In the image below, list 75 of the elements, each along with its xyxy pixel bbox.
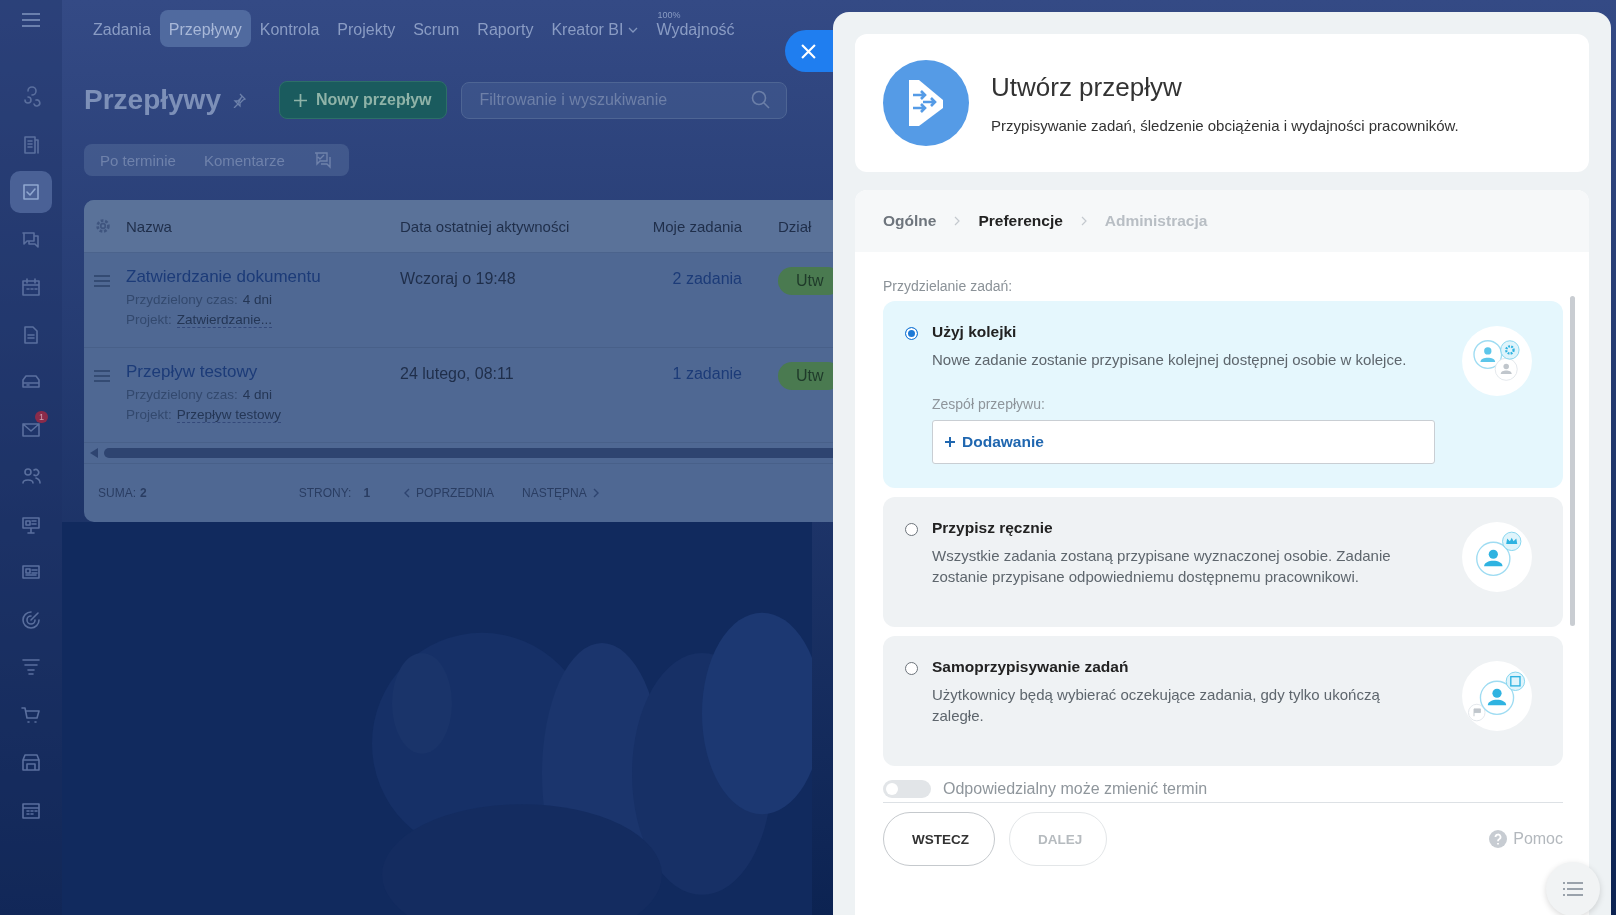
panel-title: Utwórz przepływ <box>991 72 1183 103</box>
chevron-icon <box>954 216 961 226</box>
help-icon <box>1489 830 1508 848</box>
option-card[interactable]: Użyj kolejki Nowe zadanie zostanie przypisane kolejnej dostępnej osobie w kolejce. Zespół przepływu: Dodawanie <box>883 301 1563 488</box>
page-title: Przepływy <box>84 84 221 116</box>
nav-tab[interactable]: Zadania <box>84 9 160 47</box>
option-description: Nowe zadanie zostanie przypisane kolejnej dostępnej osobie w kolejce. <box>932 350 1408 370</box>
menu-icon[interactable] <box>21 12 41 28</box>
field-value: 4 dni <box>242 387 273 402</box>
nav-tab[interactable]: Scrum <box>404 9 469 47</box>
chevron-icon <box>1080 216 1087 226</box>
new-flow-button[interactable]: Nowy przepływ <box>278 81 447 119</box>
plus-icon <box>945 437 955 447</box>
scrollbar-thumb[interactable] <box>1570 296 1575 626</box>
drag-handle-icon[interactable] <box>94 275 110 287</box>
nav-tab[interactable]: Projekty <box>328 9 405 47</box>
flow-logo-icon <box>883 60 969 146</box>
field-label: Zespół przepływu: <box>932 396 1046 412</box>
drag-handle-icon[interactable] <box>94 370 110 382</box>
funnel-icon <box>20 656 42 678</box>
scrollbar-thumb[interactable] <box>104 448 833 458</box>
column-header[interactable]: Data ostatniej aktywności <box>400 217 632 235</box>
close-button[interactable] <box>785 30 833 72</box>
status-button[interactable]: Utw <box>778 362 833 390</box>
field-value: 4 dni <box>242 292 273 307</box>
help-link[interactable]: Pomoc <box>1489 830 1563 848</box>
search-icon <box>750 89 771 110</box>
notification-badge: 1 <box>35 410 48 423</box>
option-title: Użyj kolejki <box>932 323 1018 341</box>
step-tab[interactable]: Ogólne <box>883 212 937 230</box>
plus-icon <box>293 93 307 107</box>
status-button[interactable]: Utw <box>778 267 833 295</box>
column-header[interactable]: Moje zadania <box>632 217 742 235</box>
nav-tab[interactable]: Kontrola <box>250 9 329 47</box>
back-button[interactable]: WSTECZ <box>883 812 995 866</box>
option-card[interactable]: Samoprzypisywanie zadań Użytkownicy będą wybierać oczekujące zadania, gdy tylko ukończą zaległe. <box>883 636 1563 766</box>
radio-button[interactable] <box>905 523 918 536</box>
calendar-icon <box>20 276 42 298</box>
chat-check-icon[interactable] <box>312 150 333 170</box>
chevron-right-icon <box>592 488 599 498</box>
column-header[interactable]: Dział <box>778 217 812 235</box>
nav-tab[interactable]: Przepływy <box>159 9 251 47</box>
option-title: Przypisz ręcznie <box>932 519 1054 537</box>
sidebar-item[interactable]: 1 <box>10 408 52 451</box>
section-label: Przydzielanie zadań: <box>883 278 1014 294</box>
panel-description: Przypisywanie zadań, śledzenie obciążenia i wydajności pracowników. <box>991 117 1459 134</box>
store-icon <box>20 751 42 773</box>
sidebar-item[interactable] <box>10 171 52 213</box>
toggle-label: Odpowiedzialny może zmienić termin <box>943 780 1208 798</box>
project-link[interactable]: Zatwierdzanie... <box>176 312 273 328</box>
option-title: Samoprzypisywanie zadań <box>932 658 1130 676</box>
settings-icon[interactable] <box>94 217 112 235</box>
radio-button[interactable] <box>905 327 918 340</box>
radio-button[interactable] <box>905 662 918 675</box>
chevron-left-icon <box>404 488 411 498</box>
nav-tab[interactable]: Raporty <box>468 9 543 47</box>
option-description: Użytkownicy będą wybierać oczekujące zadania, gdy tylko ukończą zaległe. <box>932 685 1381 726</box>
option-description: Wszystkie zadania zostaną przypisane wyznaczonej osobie. Zadanie zostanie przypisane odpowiedniemu dostępnemu pracownikowi. <box>932 546 1392 587</box>
target-icon <box>20 608 42 631</box>
checkbox-icon <box>20 181 42 203</box>
nav-tab[interactable]: Wydajność 100% <box>647 9 744 47</box>
team-field[interactable]: Dodawanie <box>932 420 1435 464</box>
step-tab[interactable]: Preferencje <box>978 212 1063 230</box>
table-cell-text: 24 lutego, 08:11 <box>400 365 515 383</box>
column-header[interactable]: Nazwa <box>126 217 400 235</box>
scroll-left-icon[interactable] <box>90 448 98 458</box>
close-icon <box>801 43 816 59</box>
table-cell-text: Wczoraj o 19:48 <box>400 270 517 288</box>
nav-tab[interactable]: Kreator BI <box>542 9 648 47</box>
percent-label: 100% <box>657 10 681 20</box>
project-link[interactable]: Przepływ testowy <box>176 407 282 423</box>
list-icon <box>1563 882 1583 896</box>
option-card[interactable]: Przypisz ręcznie Wszystkie zadania zostaną przypisane wyznaczonej osobie. Zadanie zostanie przypisane odpowiedniemu dostępnemu pracownikowi. <box>883 497 1563 627</box>
toggle-switch[interactable] <box>883 780 931 798</box>
add-link[interactable]: Dodawanie <box>945 433 1044 451</box>
